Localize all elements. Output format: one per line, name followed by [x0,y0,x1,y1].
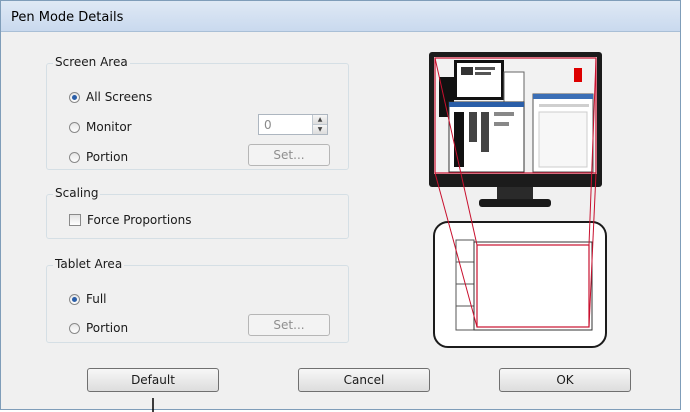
monitor-stand [497,187,533,199]
radio-label: Portion [86,321,129,335]
radio-button[interactable] [69,151,80,163]
radio-label: Portion [86,150,129,164]
stepper-down-icon[interactable]: ▼ [313,124,327,134]
mapping-preview-illustration [429,52,607,348]
ok-button[interactable]: OK [499,368,631,392]
stepper-up-icon[interactable]: ▲ [313,115,327,124]
force-proportions-checkbox[interactable]: Force Proportions [69,213,191,227]
cancel-button[interactable]: Cancel [298,368,430,392]
radio-button[interactable] [69,91,80,103]
title-bar[interactable]: Pen Mode Details [1,1,680,32]
tablet-express-keys [455,239,475,331]
screen-set-button[interactable]: Set... [248,144,330,166]
radio-monitor[interactable]: Monitor [69,120,132,134]
radio-label: All Screens [86,90,153,104]
stepper-buttons: ▲ ▼ [312,115,327,134]
radio-portion[interactable]: Portion [69,150,128,164]
scaling-group: Scaling Force Proportions [46,186,349,239]
checkbox[interactable] [69,214,81,226]
text-cursor-icon [152,398,154,412]
radio-all-screens[interactable]: All Screens [69,90,152,104]
scaling-title: Scaling [53,186,101,200]
screen-area-group: Screen Area All Screens Monitor Portion … [46,55,349,170]
checkbox-label: Force Proportions [87,213,192,227]
dialog-title: Pen Mode Details [11,10,124,25]
radio-button[interactable] [69,322,80,334]
radio-label: Monitor [86,120,132,134]
screen-area-title: Screen Area [53,55,130,69]
monitor-base [479,199,551,207]
monitor-value[interactable]: 0 [264,118,272,132]
tablet-set-button[interactable]: Set... [248,314,330,336]
radio-full[interactable]: Full [69,292,107,306]
tablet-area-title: Tablet Area [53,257,125,271]
monitor-stepper[interactable]: 0 ▲ ▼ [258,114,328,135]
tablet-area-group: Tablet Area Full Portion Set... [46,257,349,343]
default-button[interactable]: Default [87,368,219,392]
dialog-window: Pen Mode Details Screen Area All Screens… [0,0,681,410]
radio-button[interactable] [69,121,80,133]
radio-button[interactable] [69,293,80,305]
radio-tablet-portion[interactable]: Portion [69,321,128,335]
dialog-content: Screen Area All Screens Monitor Portion … [9,32,672,402]
radio-label: Full [86,292,107,306]
tablet-active-area [473,241,593,331]
